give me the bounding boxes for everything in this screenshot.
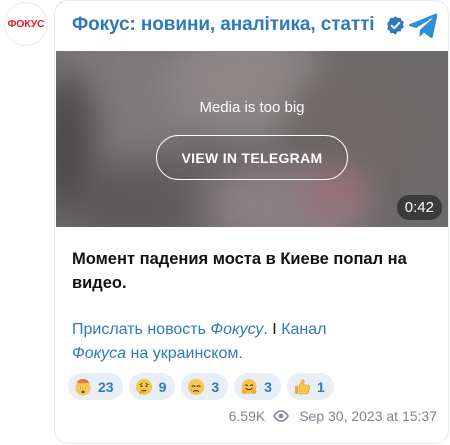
reaction-count: 3 — [211, 378, 220, 395]
post-text: Момент падения моста в Киеве попал на ви… — [72, 250, 407, 292]
send-news-link[interactable]: Прислать новость Фокусу. — [72, 321, 268, 338]
video-preview[interactable]: Media is too big VIEW IN TELEGRAM 0:42 — [56, 51, 448, 227]
channel-title[interactable]: Фокус: новини, аналітика, статті — [72, 14, 375, 36]
reaction-thumbs-up[interactable]: 1 — [286, 373, 334, 400]
reaction-count: 23 — [98, 378, 114, 395]
verified-check-icon — [387, 16, 404, 35]
eye-icon — [273, 410, 290, 422]
telegram-plane-icon[interactable] — [408, 12, 438, 39]
post-card: Фокус: новини, аналітика, статті Media i… — [54, 0, 449, 444]
reaction-thinking-face[interactable]: 9 — [128, 373, 176, 400]
crying-face-icon — [188, 378, 205, 395]
exploding-head-icon — [75, 378, 91, 395]
video-duration: 0:42 — [396, 195, 442, 220]
reaction-count: 9 — [158, 378, 167, 395]
reaction-count: 3 — [264, 378, 272, 395]
post-header: Фокус: новини, аналітика, статті — [55, 1, 448, 51]
view-count: 6.59K — [228, 408, 266, 424]
reaction-exploding-head[interactable]: 23 — [68, 373, 123, 400]
hugging-face-icon — [241, 378, 258, 394]
reaction-count: 1 — [316, 378, 325, 395]
view-in-telegram-button[interactable]: VIEW IN TELEGRAM — [156, 135, 348, 180]
post-timestamp[interactable]: Sep 30, 2023 at 15:37 — [299, 408, 437, 424]
channel-avatar[interactable]: ФОКУС — [4, 2, 48, 46]
reactions-bar: 23 9 3 3 1 — [68, 373, 334, 401]
post-meta: 6.59K Sep 30, 2023 at 15:37 — [229, 408, 437, 424]
post-links: Прислать новость Фокусу. I Канал Фокуса н… — [72, 318, 432, 366]
thinking-face-icon — [135, 378, 152, 395]
reaction-crying-face[interactable]: 3 — [181, 373, 229, 400]
link-separator: I — [267, 321, 282, 338]
media-too-big-notice: Media is too big — [199, 99, 305, 116]
avatar-logo-text: ФОКУС — [7, 18, 45, 30]
thumbs-up-icon — [294, 379, 311, 394]
reaction-hugging-face[interactable]: 3 — [234, 373, 281, 400]
